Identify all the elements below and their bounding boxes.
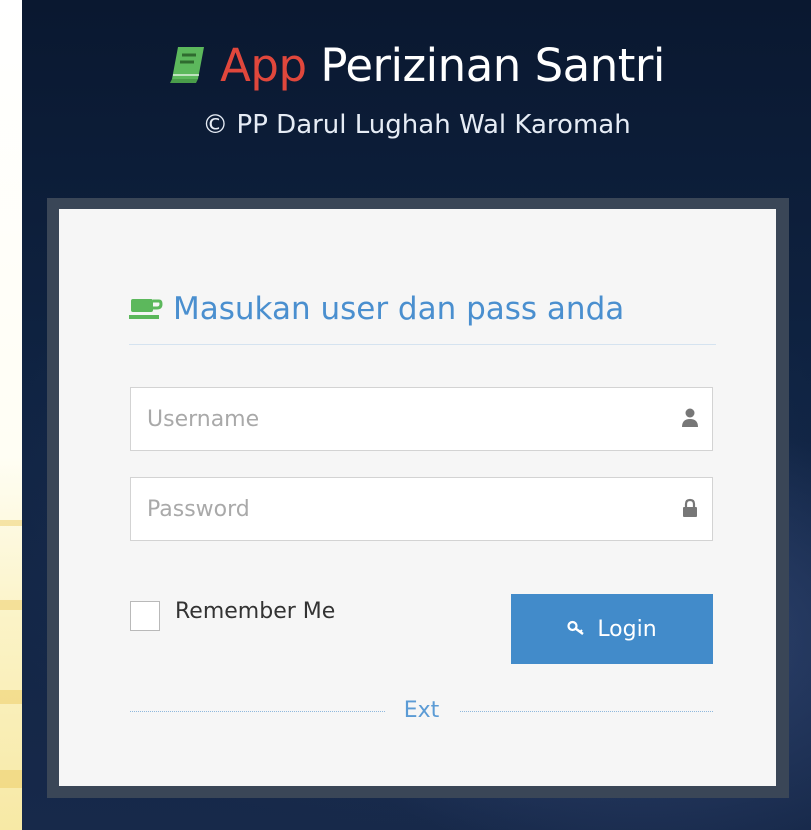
left-edge-decoration xyxy=(0,0,22,830)
login-card: Masukan user dan pass anda Remember Me xyxy=(59,209,776,786)
key-icon xyxy=(567,617,587,642)
ext-divider-text: Ext xyxy=(403,698,440,723)
login-heading-text: Masukan user dan pass anda xyxy=(173,291,625,327)
remember-me-label: Remember Me xyxy=(175,599,336,624)
password-input[interactable] xyxy=(131,478,712,540)
remember-me[interactable]: Remember Me xyxy=(130,599,335,633)
user-icon xyxy=(682,408,698,428)
app-title: App Perizinan Santri xyxy=(22,36,811,100)
ext-divider: Ext xyxy=(130,696,713,726)
app-title-name: Perizinan Santri xyxy=(320,39,665,92)
page-header: App Perizinan Santri © PP Darul Lughah W… xyxy=(22,36,811,142)
username-input[interactable] xyxy=(131,388,712,450)
app-subtitle: © PP Darul Lughah Wal Karomah xyxy=(202,110,631,140)
login-button[interactable]: Login xyxy=(511,594,713,664)
login-heading: Masukan user dan pass anda xyxy=(129,289,716,345)
app-title-app-word: App xyxy=(220,39,307,92)
password-field xyxy=(130,477,713,541)
remember-me-checkbox[interactable] xyxy=(130,601,160,631)
book-icon xyxy=(168,40,206,100)
username-field xyxy=(130,387,713,451)
coffee-cup-icon xyxy=(129,292,163,332)
login-button-label: Login xyxy=(597,616,657,642)
lock-icon xyxy=(682,498,698,518)
